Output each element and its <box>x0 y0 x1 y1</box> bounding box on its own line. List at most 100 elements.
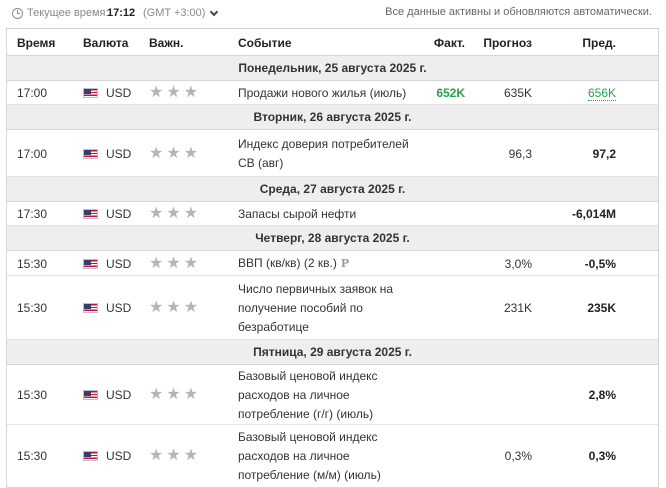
currency-code: USD <box>106 86 132 100</box>
day-header: Среда, 27 августа 2025 г. <box>7 177 658 202</box>
previous-value: -6,014M <box>571 207 616 221</box>
col-currency[interactable]: Валюта <box>83 36 128 50</box>
us-flag-icon <box>83 303 98 313</box>
forecast-value: 96,3 <box>508 146 532 161</box>
currency-code: USD <box>106 146 132 161</box>
forecast-value: 3,0% <box>504 256 532 271</box>
event-name[interactable]: Базовый ценовой индекс расходов на лично… <box>238 367 413 424</box>
event-name-text: ВВП (кв/кв) (2 кв.) <box>238 256 337 270</box>
star-icon: ★ <box>149 144 164 162</box>
event-name-text: Продажи нового жилья (июль) <box>238 85 407 100</box>
importance-stars: ★ ★ ★ <box>149 299 199 316</box>
current-time-label: Текущее время: <box>27 7 109 19</box>
currency-cell: USD <box>83 301 131 315</box>
current-time-value: 17:12 <box>107 7 136 19</box>
currency-cell: USD <box>83 449 131 463</box>
star-icon: ★ <box>183 144 199 162</box>
importance-stars: ★ ★ ★ <box>149 447 198 464</box>
star-icon: ★ <box>166 84 181 101</box>
event-name[interactable]: ВВП (кв/кв) (2 кв.) P <box>238 254 413 273</box>
star-icon: ★ <box>149 205 164 222</box>
event-time: 15:30 <box>17 388 48 402</box>
us-flag-icon <box>83 148 98 159</box>
event-name-text: Запасы сырой нефти <box>238 206 357 221</box>
us-flag-icon <box>83 88 98 98</box>
table-header: Время Валюта Важн. Событие Факт. Прогноз… <box>7 29 658 56</box>
us-flag-icon <box>83 390 98 400</box>
us-flag-icon <box>83 209 98 219</box>
col-actual[interactable]: Факт. <box>434 36 465 50</box>
event-name[interactable]: Продажи нового жилья (июль) <box>238 84 413 103</box>
star-icon: ★ <box>183 84 199 101</box>
table-row[interactable]: 15:30 USD ★ ★ ★ ВВП (кв/кв) (2 кв.) P 3,0% -0,5% <box>7 251 658 276</box>
forecast-value: 635K <box>503 86 532 100</box>
star-icon: ★ <box>166 299 181 316</box>
star-icon: ★ <box>149 386 164 403</box>
event-time: 17:30 <box>17 207 48 221</box>
star-icon: ★ <box>149 84 164 101</box>
star-icon: ★ <box>183 254 199 272</box>
event-name[interactable]: Число первичных заявок на получение посо… <box>238 280 413 337</box>
event-time: 15:30 <box>17 301 48 315</box>
previous-value: 235K <box>587 301 616 315</box>
currency-cell: USD <box>83 207 131 221</box>
currency-code: USD <box>106 207 132 221</box>
currency-cell: USD <box>83 147 131 161</box>
col-forecast[interactable]: Прогноз <box>483 36 532 50</box>
day-header: Пятница, 29 августа 2025 г. <box>7 340 658 365</box>
importance-stars: ★ ★ ★ <box>149 254 199 272</box>
forecast-value: 231K <box>503 301 532 315</box>
star-icon: ★ <box>183 386 199 403</box>
star-icon: ★ <box>149 447 164 464</box>
importance-stars: ★ ★ ★ <box>149 386 199 403</box>
previous-value: 97,2 <box>592 146 616 161</box>
table-row[interactable]: 17:00 USD ★ ★ ★ Продажи нового жилья (июль) 65… <box>7 81 658 105</box>
currency-code: USD <box>106 256 132 271</box>
chevron-down-icon[interactable] <box>209 7 219 17</box>
auto-update-note: Все данные активны и обновляются автомат… <box>385 6 652 18</box>
event-time: 17:00 <box>17 86 48 100</box>
event-time: 15:30 <box>17 256 48 271</box>
star-icon: ★ <box>166 386 181 403</box>
us-flag-icon <box>83 258 98 269</box>
star-icon: ★ <box>166 144 181 162</box>
timezone-selector[interactable]: (GMT +3:00) <box>143 7 205 19</box>
day-header: Понедельник, 25 августа 2025 г. <box>7 56 658 81</box>
event-name-text: Базовый ценовой индекс расходов на лично… <box>238 429 381 482</box>
currency-cell: USD <box>83 388 131 402</box>
event-name[interactable]: Индекс доверия потребителей CB (авг) <box>238 135 413 173</box>
col-previous[interactable]: Пред. <box>582 36 616 50</box>
col-time[interactable]: Время <box>17 36 55 50</box>
event-name-text: Число первичных заявок на получение посо… <box>238 281 394 334</box>
table-row[interactable]: 15:30 USD ★ ★ ★ Базовый ценовой индекс расход… <box>7 425 658 487</box>
economic-calendar-table: Время Валюта Важн. Событие Факт. Прогноз… <box>6 28 659 488</box>
col-event[interactable]: Событие <box>238 36 292 50</box>
currency-code: USD <box>106 388 132 402</box>
table-row[interactable]: 15:30 USD ★ ★ ★ Базовый ценовой индекс расход… <box>7 365 658 425</box>
topbar: Текущее время: 17:12 (GMT +3:00) Все дан… <box>0 0 666 28</box>
table-row[interactable]: 17:30 USD ★ ★ ★ Запасы сырой нефти -6,014M <box>7 202 658 226</box>
star-icon: ★ <box>166 254 181 272</box>
day-header: Вторник, 26 августа 2025 г. <box>7 105 658 130</box>
forecast-value: 0,3% <box>504 449 532 463</box>
star-icon: ★ <box>183 205 199 222</box>
currency-code: USD <box>106 301 132 315</box>
star-icon: ★ <box>183 299 199 316</box>
table-row[interactable]: 17:00 USD ★ ★ ★ Индекс доверия потребителей C… <box>7 130 658 177</box>
table-body: Понедельник, 25 августа 2025 г. 17:00 USD ★… <box>7 56 658 487</box>
star-icon: ★ <box>149 254 164 272</box>
event-name-text: Базовый ценовой индекс расходов на лично… <box>238 368 378 421</box>
previous-value: 0,3% <box>588 449 616 463</box>
day-header: Четверг, 28 августа 2025 г. <box>7 226 658 251</box>
star-icon: ★ <box>149 299 164 316</box>
event-name[interactable]: Базовый ценовой индекс расходов на лично… <box>238 428 413 485</box>
star-icon: ★ <box>166 205 181 222</box>
actual-value: 652K <box>436 86 465 100</box>
preliminary-icon: P <box>340 257 350 270</box>
table-row[interactable]: 15:30 USD ★ ★ ★ Число первичных заявок на пол… <box>7 276 658 340</box>
col-importance[interactable]: Важн. <box>149 36 183 50</box>
event-name-text: Индекс доверия потребителей CB (авг) <box>238 136 409 170</box>
event-time: 15:30 <box>17 449 48 463</box>
event-name[interactable]: Запасы сырой нефти <box>238 205 413 224</box>
star-icon: ★ <box>166 447 181 464</box>
